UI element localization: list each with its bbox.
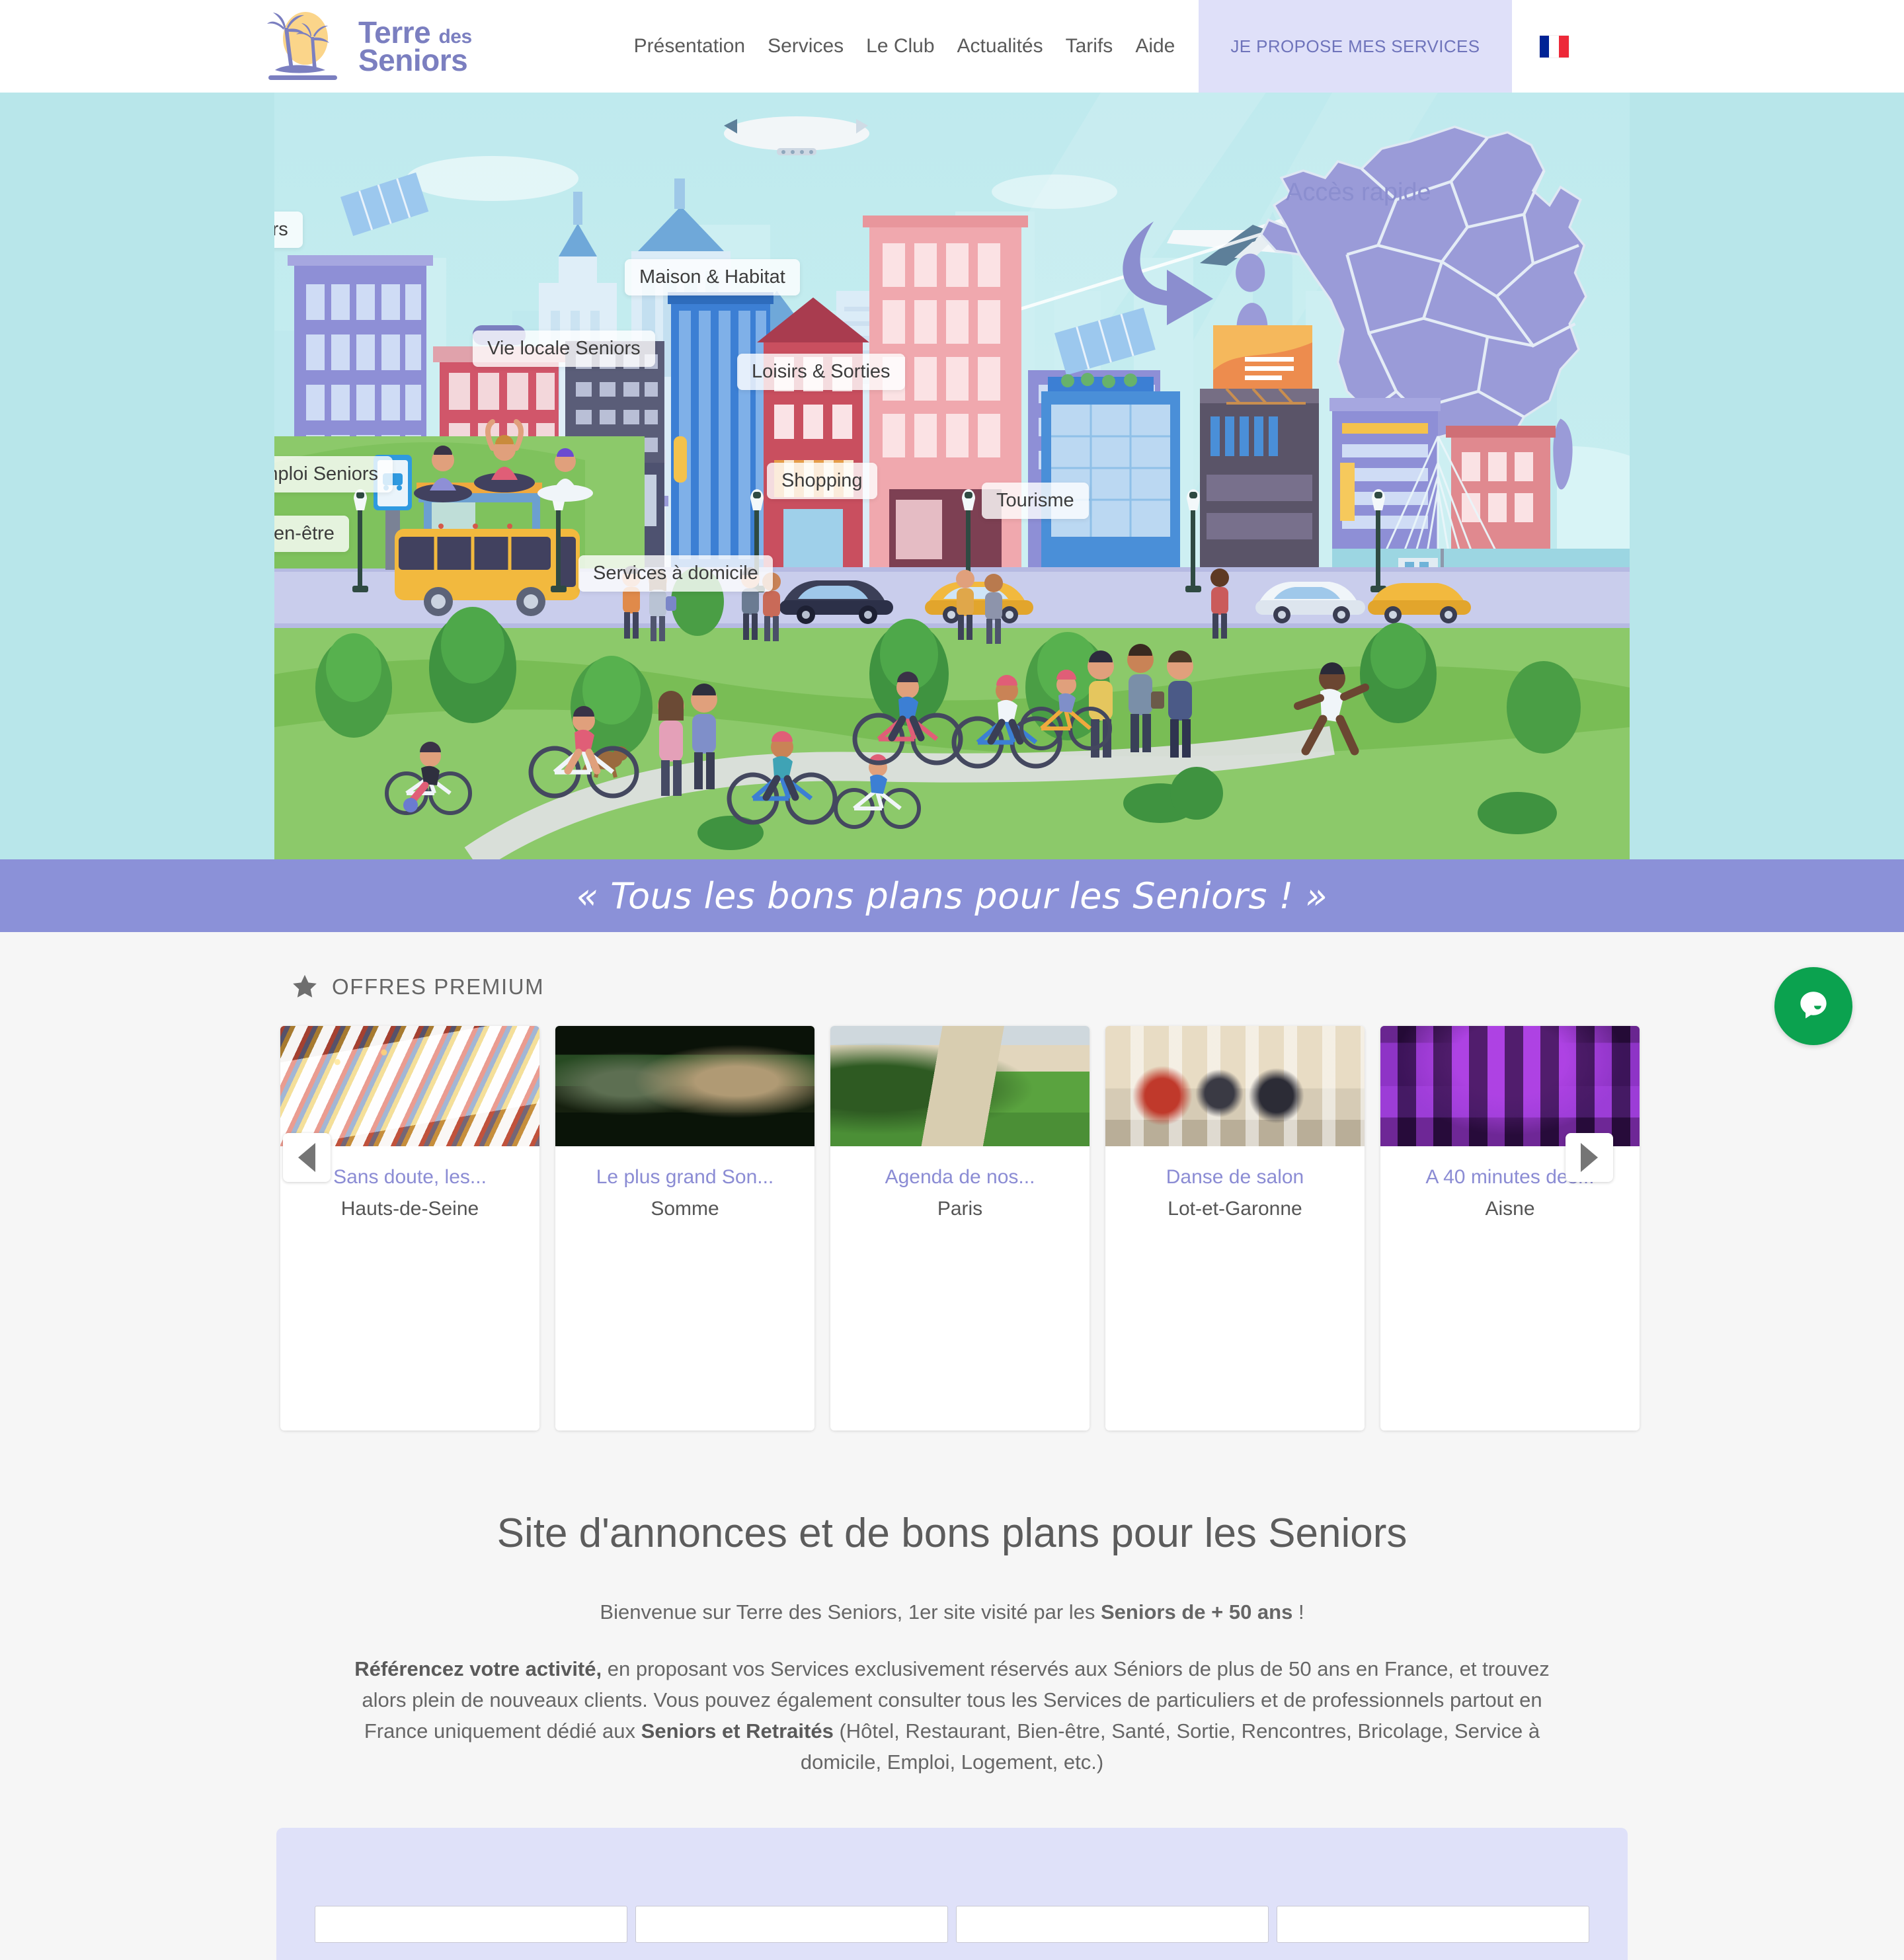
nav-item-presentation[interactable]: Présentation	[634, 35, 745, 58]
intro-lead-post: !	[1292, 1600, 1304, 1624]
card-title[interactable]: Danse de salon	[1113, 1166, 1357, 1189]
chat-button[interactable]	[1774, 967, 1852, 1045]
search-field-3[interactable]	[956, 1906, 1269, 1943]
palm-sun-logo-icon	[267, 12, 337, 80]
nav-item-actualites[interactable]: Actualités	[957, 35, 1043, 58]
logo[interactable]: Terre des Seniors	[264, 0, 472, 93]
france-flag-icon	[1539, 35, 1569, 58]
logo-line2: Seniors	[358, 43, 468, 77]
tagline-banner: « Tous les bons plans pour les Seniors !…	[0, 859, 1904, 932]
intro-lead-pre: Bienvenue sur Terre des Seniors, 1er sit…	[600, 1600, 1101, 1624]
card-body: Le plus grand Son... Somme	[555, 1146, 814, 1431]
hero-right-gutter	[1626, 93, 1904, 859]
carousel-prev-button[interactable]	[283, 1133, 331, 1182]
hero-pill-maison-habitat[interactable]: Maison & Habitat	[625, 259, 800, 295]
intro-lead-bold: Seniors de + 50 ans	[1101, 1600, 1293, 1624]
page-title: Site d'annonces et de bons plans pour le…	[496, 1510, 1408, 1556]
premium-title: OFFRES PREMIUM	[332, 974, 545, 999]
nav-item-aide[interactable]: Aide	[1135, 35, 1175, 58]
hero-pill-tourisme[interactable]: Tourisme	[982, 483, 1089, 519]
intro-lead: Bienvenue sur Terre des Seniors, 1er sit…	[0, 1600, 1904, 1624]
acces-rapide-label: Accès rapide	[1286, 178, 1431, 206]
card-body: A 40 minutes des... Aisne	[1380, 1146, 1640, 1431]
card-image-chateau-lights	[1380, 1026, 1640, 1146]
city-illustration-svg	[274, 93, 1630, 859]
premium-offers-section: OFFRES PREMIUM Sans doute, les... Hauts-…	[0, 932, 1904, 1960]
card-location: Lot-et-Garonne	[1168, 1198, 1302, 1220]
card-location: Somme	[651, 1198, 719, 1220]
chevron-left-icon	[298, 1143, 315, 1172]
hero-illustration: Cours Seniors Vie locale Seniors Emploi …	[274, 93, 1630, 859]
search-field-2[interactable]	[635, 1906, 948, 1943]
hero-pill-sante-bien-etre[interactable]: Santé & Bien-être	[274, 516, 349, 552]
premium-card[interactable]: Sans doute, les... Hauts-de-Seine	[280, 1026, 539, 1431]
search-field-1[interactable]	[315, 1906, 627, 1943]
search-panel	[276, 1828, 1628, 1960]
language-selector[interactable]	[1539, 0, 1569, 93]
search-field-4[interactable]	[1277, 1906, 1589, 1943]
logo-text: Terre des Seniors	[358, 17, 472, 77]
intro-para-bold-2: Seniors et Retraités	[641, 1719, 834, 1743]
propose-services-button[interactable]: JE PROPOSE MES SERVICES	[1199, 0, 1512, 93]
nav-item-le-club[interactable]: Le Club	[866, 35, 934, 58]
site-header: Terre des Seniors Présentation Services …	[0, 0, 1904, 93]
chat-bubble-icon	[1800, 992, 1827, 1019]
premium-card[interactable]: Le plus grand Son... Somme	[555, 1026, 814, 1431]
intro-para-bold-1: Référencez votre activité,	[354, 1657, 602, 1680]
hero-banner: Cours Seniors Vie locale Seniors Emploi …	[0, 93, 1904, 859]
hero-pill-emploi-seniors[interactable]: Emploi Seniors	[274, 456, 393, 492]
card-image-horse-cart	[555, 1026, 814, 1146]
card-title[interactable]: Le plus grand Son...	[563, 1166, 807, 1189]
intro-para-text-2: (Hôtel, Restaurant, Bien-être, Santé, So…	[800, 1719, 1540, 1774]
intro-paragraph: Référencez votre activité, en proposant …	[331, 1653, 1573, 1778]
premium-carousel: Sans doute, les... Hauts-de-Seine Le plu…	[0, 1026, 1904, 1431]
hero-pill-loisirs-sorties[interactable]: Loisirs & Sorties	[737, 354, 905, 390]
main-nav: Présentation Services Le Club Actualités…	[634, 0, 1175, 93]
card-image-festive-table	[280, 1026, 539, 1146]
premium-header: OFFRES PREMIUM	[291, 973, 1904, 1001]
nav-item-tarifs[interactable]: Tarifs	[1066, 35, 1113, 58]
hero-pill-services-a-domicile[interactable]: Services à domicile	[578, 555, 773, 592]
card-location: Aisne	[1485, 1198, 1535, 1220]
premium-card[interactable]: Danse de salon Lot-et-Garonne	[1105, 1026, 1365, 1431]
nav-item-services[interactable]: Services	[768, 35, 844, 58]
card-title[interactable]: Agenda de nos...	[838, 1166, 1082, 1189]
carousel-next-button[interactable]	[1566, 1133, 1613, 1182]
card-body: Agenda de nos... Paris	[830, 1146, 1090, 1431]
intro-section: Site d'annonces et de bons plans pour le…	[0, 1510, 1904, 1778]
chevron-right-icon	[1581, 1143, 1598, 1172]
card-location: Paris	[937, 1198, 983, 1220]
card-body: Danse de salon Lot-et-Garonne	[1105, 1146, 1365, 1431]
premium-card[interactable]: Agenda de nos... Paris	[830, 1026, 1090, 1431]
card-location: Hauts-de-Seine	[340, 1198, 479, 1220]
hero-pill-vie-locale-seniors[interactable]: Vie locale Seniors	[473, 331, 655, 367]
card-image-manor-garden	[830, 1026, 1090, 1146]
star-icon	[293, 974, 317, 998]
hero-pill-cours-seniors[interactable]: Cours Seniors	[274, 212, 303, 248]
card-body: Sans doute, les... Hauts-de-Seine	[280, 1146, 539, 1431]
card-image-ballroom-dancers	[1105, 1026, 1365, 1146]
premium-card[interactable]: A 40 minutes des... Aisne	[1380, 1026, 1640, 1431]
hero-pill-shopping[interactable]: Shopping	[767, 463, 877, 499]
hero-left-gutter	[0, 93, 278, 859]
